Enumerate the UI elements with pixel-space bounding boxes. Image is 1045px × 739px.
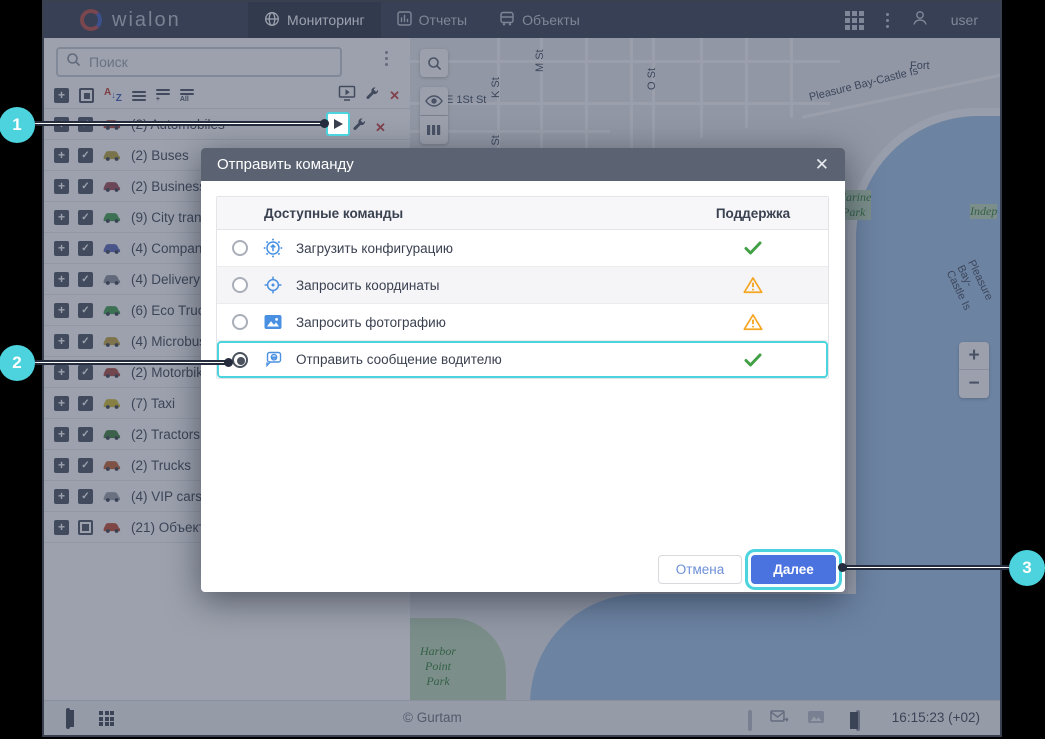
callout-badge-3: 3 xyxy=(1009,550,1045,586)
support-check-icon xyxy=(678,241,828,255)
dialog-header: Отправить команду ✕ xyxy=(201,148,845,181)
command-row[interactable]: Отправить сообщение водителю xyxy=(217,341,828,378)
support-warning-icon xyxy=(678,276,828,294)
driver-message-icon xyxy=(263,350,283,370)
command-row[interactable]: Запросить фотографию xyxy=(217,304,828,341)
command-label: Загрузить конфигурацию xyxy=(296,241,678,256)
dialog-title: Отправить команду xyxy=(217,156,354,173)
callout-badge-1: 1 xyxy=(0,107,35,143)
send-command-button[interactable] xyxy=(326,112,350,136)
support-column-header: Поддержка xyxy=(678,206,828,221)
command-row[interactable]: Запросить координаты xyxy=(217,267,828,304)
command-label: Отправить сообщение водителю xyxy=(296,352,678,367)
callout-badge-2: 2 xyxy=(0,345,35,381)
callout-dot-2 xyxy=(224,358,233,367)
play-icon xyxy=(334,119,343,129)
command-radio-selected[interactable] xyxy=(232,352,248,368)
support-check-icon xyxy=(678,353,828,367)
cancel-button[interactable]: Отмена xyxy=(658,555,742,584)
commands-table: Доступные команды Поддержка Загрузить ко… xyxy=(216,196,829,379)
next-button[interactable]: Далее xyxy=(751,555,836,584)
command-radio[interactable] xyxy=(232,314,248,330)
commands-column-header: Доступные команды xyxy=(217,206,678,221)
command-radio[interactable] xyxy=(232,240,248,256)
upload-config-icon xyxy=(263,238,283,258)
command-row[interactable]: Загрузить конфигурацию xyxy=(217,230,828,267)
command-label: Запросить координаты xyxy=(296,278,678,293)
callout-dot-3 xyxy=(838,563,847,572)
send-command-dialog: Отправить команду ✕ Доступные команды По… xyxy=(201,148,845,592)
callout-dot-1 xyxy=(320,119,329,128)
query-photo-icon xyxy=(263,312,283,332)
callout-line-3 xyxy=(842,565,1012,570)
close-icon[interactable]: ✕ xyxy=(815,156,829,173)
callout-line-2 xyxy=(14,360,226,365)
screenshot-stage: wialon МониторингОтчетыОбъекты user Поис… xyxy=(0,0,1045,739)
command-radio[interactable] xyxy=(232,277,248,293)
callout-line-1 xyxy=(14,121,325,126)
support-warning-icon xyxy=(678,313,828,331)
command-label: Запросить фотографию xyxy=(296,315,678,330)
commands-table-header: Доступные команды Поддержка xyxy=(217,197,828,230)
query-position-icon xyxy=(263,275,283,295)
